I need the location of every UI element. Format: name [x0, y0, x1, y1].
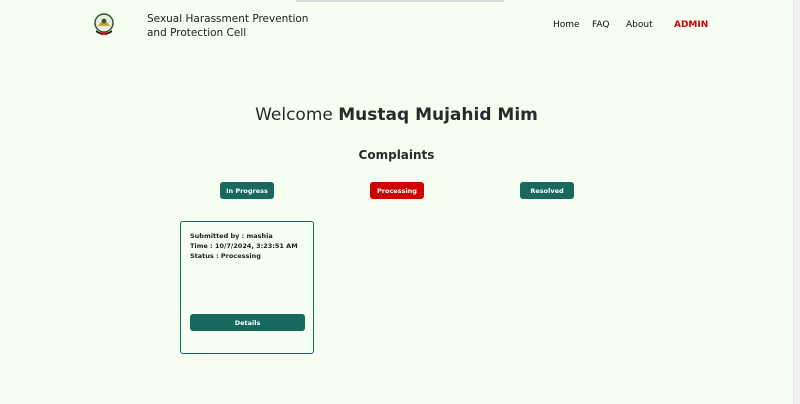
complaint-time: Time : 10/7/2024, 3:23:51 AM — [190, 242, 298, 250]
details-button[interactable]: Details — [190, 314, 305, 331]
nav-home-link[interactable]: Home — [553, 20, 580, 30]
nav-admin-link[interactable]: ADMIN — [674, 20, 708, 30]
complaint-submitted-by: Submitted by : mashia — [190, 232, 273, 240]
in-progress-filter-button[interactable]: In Progress — [220, 182, 274, 199]
nav-faq-link[interactable]: FAQ — [592, 20, 609, 30]
welcome-user-name: Mustaq Mujahid Mim — [338, 105, 538, 125]
complaint-card: Submitted by : mashia Time : 10/7/2024, … — [180, 221, 314, 354]
page: Sexual Harassment Prevention and Protect… — [0, 0, 800, 404]
brand-line-2: and Protection Cell — [147, 27, 247, 39]
brand-line-1: Sexual Harassment Prevention — [147, 13, 309, 25]
top-strip — [296, 0, 504, 2]
processing-filter-button[interactable]: Processing — [370, 182, 424, 199]
welcome-prefix: Welcome — [255, 105, 333, 125]
resolved-filter-button[interactable]: Resolved — [520, 182, 574, 199]
brand-title[interactable]: Sexual Harassment Prevention and Protect… — [147, 12, 317, 40]
university-emblem-icon[interactable] — [92, 12, 116, 38]
welcome-heading: Welcome Mustaq Mujahid Mim — [0, 105, 793, 125]
complaint-status: Status : Processing — [190, 252, 261, 260]
scrollbar[interactable] — [793, 0, 800, 404]
complaints-title: Complaints — [358, 148, 435, 162]
nav-about-link[interactable]: About — [626, 20, 653, 30]
